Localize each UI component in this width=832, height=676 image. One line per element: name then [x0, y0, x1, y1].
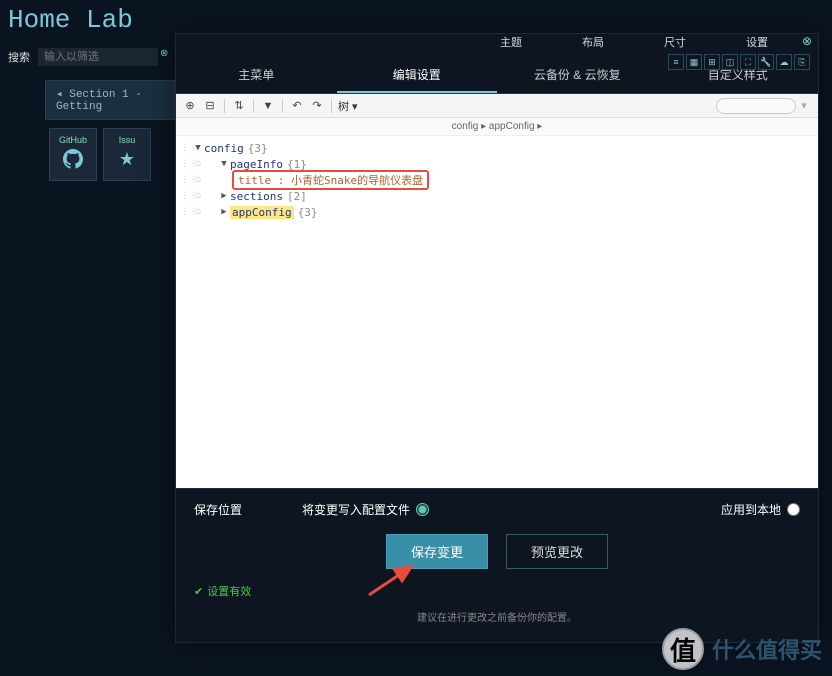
section-title[interactable]: ◂ Section 1 - Getting	[45, 80, 175, 120]
tab-cloud[interactable]: 云备份 & 云恢复	[497, 58, 658, 93]
watermark-logo-icon: 值	[662, 628, 704, 670]
app-title: Home Lab	[8, 5, 133, 35]
drag-handle-icon[interactable]: ⋮⋮	[180, 159, 192, 169]
tab-edit[interactable]: 编辑设置	[337, 58, 498, 93]
export-icon[interactable]: ⎘	[794, 54, 810, 70]
drag-handle-icon[interactable]: ⋮⋮	[180, 175, 192, 185]
sort-icon[interactable]: ⇅	[231, 98, 247, 114]
checkbox-icon[interactable]: ☐	[192, 159, 204, 169]
tool-icon[interactable]: 🔧	[758, 54, 774, 70]
drag-handle-icon[interactable]: ⋮⋮	[180, 191, 192, 201]
menu-size[interactable]: 尺寸	[664, 34, 686, 50]
menu-theme[interactable]: 主题	[500, 34, 522, 50]
collapse-all-icon[interactable]: ⊟	[202, 98, 218, 114]
preview-button[interactable]: 预览更改	[506, 534, 608, 569]
search-input[interactable]	[38, 48, 158, 66]
checkbox-icon[interactable]: ☐	[192, 175, 204, 185]
expand-all-icon[interactable]: ⊕	[182, 98, 198, 114]
radio-apply-local[interactable]: 应用到本地	[721, 501, 800, 518]
valid-indicator: ✔ 设置有效	[194, 583, 800, 599]
cloud-icon[interactable]: ☁	[776, 54, 792, 70]
compress-icon[interactable]: ⊞	[704, 54, 720, 70]
tree-row-title[interactable]: ⋮⋮ ☐ title : 小青蛇Snake的导航仪表盘	[176, 172, 818, 188]
watermark: 值 什么值得买	[662, 628, 822, 670]
save-location-label: 保存位置	[194, 501, 242, 518]
section-item-issues[interactable]: Issu ★	[103, 128, 151, 181]
expand-icon[interactable]: ▶	[218, 207, 230, 217]
top-menu-bar: 主题 布局 尺寸 设置	[500, 32, 818, 52]
checkbox-icon[interactable]: ☐	[192, 191, 204, 201]
check-icon: ✔	[194, 585, 203, 598]
search-dropdown-icon[interactable]: ▾	[796, 98, 812, 114]
modal-footer: 保存位置 将变更写入配置文件 应用到本地 保存变更 预览更改 ✔ 设置有效 建议…	[176, 488, 818, 642]
editor-toolbar: ⊕ ⊟ ⇅ ▼ ↶ ↷ 树 ▾ ▾	[176, 94, 818, 118]
breadcrumb[interactable]: config ▸ appConfig ▸	[176, 118, 818, 136]
checkbox-icon[interactable]: ☐	[192, 207, 204, 217]
github-icon	[58, 149, 88, 174]
close-icon[interactable]: ⊗	[160, 48, 168, 59]
view-mode-dropdown[interactable]: 树 ▾	[338, 98, 358, 114]
section-item-github[interactable]: GitHub	[49, 128, 97, 181]
tree-search-input[interactable]	[716, 98, 796, 114]
tab-main[interactable]: 主菜单	[176, 58, 337, 93]
editor-modal: 主题 布局 尺寸 设置 ⊗ ≡ ▦ ⊞ ◫ ⛶ 🔧 ☁ ⎘ 主菜单 编辑设置 云…	[175, 33, 819, 643]
expand-icon[interactable]: ▶	[218, 191, 230, 201]
collapse-icon[interactable]: ▼	[192, 143, 204, 153]
menu-layout[interactable]: 布局	[582, 34, 604, 50]
radio-write-config[interactable]: 将变更写入配置文件	[302, 501, 429, 518]
drag-handle-icon[interactable]: ⋮⋮	[180, 207, 192, 217]
search-bar: 搜索	[8, 48, 158, 66]
tree-row-sections[interactable]: ⋮⋮ ☐ ▶ sections [2]	[176, 188, 818, 204]
tree-row-config[interactable]: ⋮⋮ ▼ config {3}	[176, 140, 818, 156]
expand-icon[interactable]: ⛶	[740, 54, 756, 70]
undo-icon[interactable]: ↶	[289, 98, 305, 114]
search-label: 搜索	[8, 49, 30, 65]
json-tree: ⋮⋮ ▼ config {3} ⋮⋮ ☐ ▼ pageInfo {1} ⋮⋮ ☐…	[176, 136, 818, 488]
background-section: ◂ Section 1 - Getting GitHub Issu ★	[45, 80, 175, 189]
filter-icon[interactable]: ▼	[260, 98, 276, 114]
bug-icon: ★	[112, 149, 142, 170]
hint-text: 建议在进行更改之前备份你的配置。	[194, 609, 800, 624]
tree-row-appconfig[interactable]: ⋮⋮ ☐ ▶ appConfig {3}	[176, 204, 818, 220]
list-icon[interactable]: ≡	[668, 54, 684, 70]
grid-icon[interactable]: ▦	[686, 54, 702, 70]
menu-settings[interactable]: 设置	[746, 34, 768, 50]
highlighted-field: title : 小青蛇Snake的导航仪表盘	[232, 170, 429, 190]
collapse-icon[interactable]: ▼	[218, 159, 230, 169]
layout-icon[interactable]: ◫	[722, 54, 738, 70]
redo-icon[interactable]: ↷	[309, 98, 325, 114]
drag-handle-icon[interactable]: ⋮⋮	[180, 143, 192, 153]
save-button[interactable]: 保存变更	[386, 534, 488, 569]
toolbar-icons: ≡ ▦ ⊞ ◫ ⛶ 🔧 ☁ ⎘	[668, 54, 810, 70]
close-modal-icon[interactable]: ⊗	[802, 34, 812, 48]
